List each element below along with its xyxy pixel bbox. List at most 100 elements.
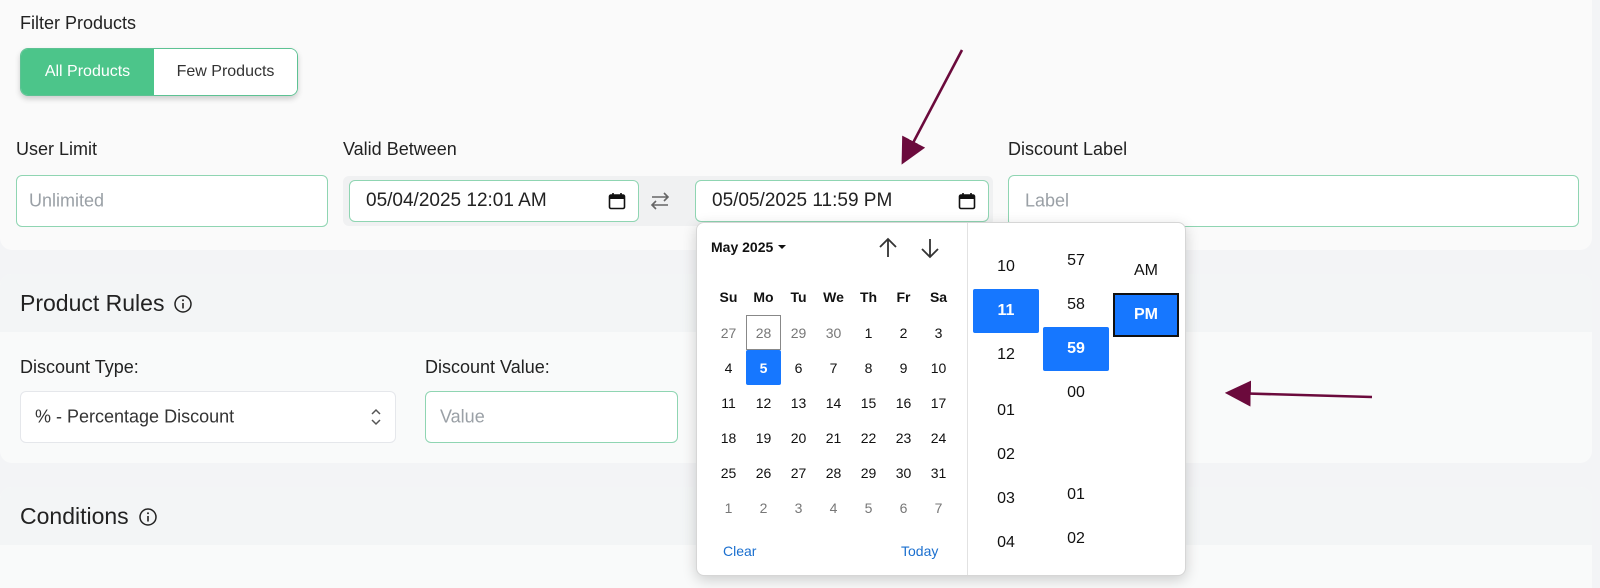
day-cell[interactable]: 26 [746,455,781,490]
valid-between-label: Valid Between [343,139,457,159]
weekday-label: Fr [896,289,911,305]
discount-type-label: Discount Type: [20,357,139,377]
day-cell[interactable]: 31 [921,455,956,490]
day-cell[interactable]: 4 [711,350,746,385]
day-cell[interactable]: 6 [781,350,816,385]
day-cell[interactable]: 19 [746,420,781,455]
hour-option[interactable]: 03 [973,477,1039,521]
info-icon[interactable] [138,507,157,526]
discount-value-input[interactable]: Value [425,391,678,443]
day-cell[interactable]: 15 [851,385,886,420]
day-cell[interactable]: 24 [921,420,956,455]
calendar-icon[interactable] [608,192,626,210]
day-cell[interactable]: 11 [711,385,746,420]
day-cell[interactable]: 12 [746,385,781,420]
day-cell[interactable]: 18 [711,420,746,455]
product-rules-title: Product Rules [20,290,165,316]
day-cell[interactable]: 30 [816,315,851,350]
chevron-updown-icon [371,408,381,426]
clear-button[interactable]: Clear [723,543,756,559]
caret-down-icon [778,245,787,249]
hour-option-selected[interactable]: 11 [973,289,1039,333]
day-cell[interactable]: 27 [711,315,746,350]
hour-option[interactable]: 12 [973,333,1039,377]
weekday-header: Su Mo Tu We Th Fr Sa [711,289,957,305]
minute-option[interactable]: 57 [1043,239,1109,283]
day-cell[interactable]: 6 [886,490,921,525]
product-rules-heading: Product Rules [20,290,193,317]
day-cell[interactable]: 9 [886,350,921,385]
day-cell[interactable]: 1 [851,315,886,350]
conditions-heading: Conditions [20,503,157,530]
settings-card: Filter Products All Products Few Product… [0,0,1592,250]
weekday-label: We [823,289,844,305]
user-limit-input[interactable]: Unlimited [16,175,328,227]
minute-option[interactable]: 02 [1043,517,1109,561]
minute-option[interactable]: 01 [1043,473,1109,517]
user-limit-placeholder: Unlimited [29,190,105,211]
month-year-dropdown[interactable]: May 2025 [711,239,787,255]
next-month-arrow-icon[interactable] [917,235,943,261]
end-datetime-value: 05/05/2025 11:59 PM [712,190,893,211]
day-cell[interactable]: 5 [851,490,886,525]
day-cell[interactable]: 17 [921,385,956,420]
day-cell[interactable]: 27 [781,455,816,490]
day-cell[interactable]: 3 [781,490,816,525]
day-cell[interactable]: 14 [816,385,851,420]
day-cell[interactable]: 29 [781,315,816,350]
valid-between-range: 05/04/2025 12:01 AM 05/05/2025 11:59 PM [343,176,993,226]
discount-type-select[interactable]: % - Percentage Discount [20,391,396,443]
day-cell[interactable]: 30 [886,455,921,490]
day-cell[interactable]: 4 [816,490,851,525]
hour-option[interactable]: 02 [973,433,1039,477]
hour-option[interactable]: 04 [973,521,1039,565]
info-icon[interactable] [174,294,193,313]
conditions-title: Conditions [20,503,129,529]
minute-option[interactable]: 58 [1043,283,1109,327]
day-cell[interactable]: 8 [851,350,886,385]
user-limit-label: User Limit [16,139,98,159]
swap-arrows-icon [650,192,670,210]
end-datetime-input[interactable]: 05/05/2025 11:59 PM [695,180,989,222]
ampm-option-selected[interactable]: PM [1113,293,1179,337]
day-cell[interactable]: 10 [921,350,956,385]
day-cell[interactable]: 28 [746,315,781,350]
discount-value-placeholder: Value [440,406,485,427]
day-cell[interactable]: 7 [816,350,851,385]
start-datetime-value: 05/04/2025 12:01 AM [366,190,547,211]
day-cell[interactable]: 1 [711,490,746,525]
discount-label-input[interactable]: Label [1008,175,1579,227]
ampm-option[interactable]: AM [1113,249,1179,293]
day-cell[interactable]: 23 [886,420,921,455]
previous-month-arrow-icon[interactable] [875,235,901,261]
filter-products-toggle: All Products Few Products [20,48,298,96]
day-cell[interactable]: 13 [781,385,816,420]
day-cell[interactable]: 28 [816,455,851,490]
filter-products-label: Filter Products [20,13,137,33]
start-datetime-input[interactable]: 05/04/2025 12:01 AM [349,180,639,222]
all-products-button[interactable]: All Products [21,49,154,95]
day-cell[interactable]: 2 [746,490,781,525]
discount-label-placeholder: Label [1025,190,1070,211]
day-cell[interactable]: 29 [851,455,886,490]
day-cell[interactable]: 7 [921,490,956,525]
hour-option[interactable]: 10 [973,245,1039,289]
day-cell[interactable]: 2 [886,315,921,350]
day-cell-selected[interactable]: 5 [746,350,781,385]
month-year-label: May 2025 [711,239,774,255]
day-cell[interactable]: 25 [711,455,746,490]
minute-option[interactable]: 00 [1043,371,1109,415]
today-button[interactable]: Today [901,543,938,559]
datetime-picker-popup: May 2025 Su Mo Tu We Th Fr Sa 27 28 29 30 1 2 3 4 5 6 7 8… [696,222,1186,576]
weekday-label: Mo [753,289,774,305]
hour-option[interactable]: 01 [973,389,1039,433]
day-cell[interactable]: 3 [921,315,956,350]
weekday-label: Su [719,289,738,305]
day-cell[interactable]: 22 [851,420,886,455]
few-products-button[interactable]: Few Products [154,49,297,95]
day-cell[interactable]: 20 [781,420,816,455]
minute-option-selected[interactable]: 59 [1043,327,1109,371]
calendar-icon[interactable] [958,192,976,210]
day-cell[interactable]: 16 [886,385,921,420]
day-cell[interactable]: 21 [816,420,851,455]
